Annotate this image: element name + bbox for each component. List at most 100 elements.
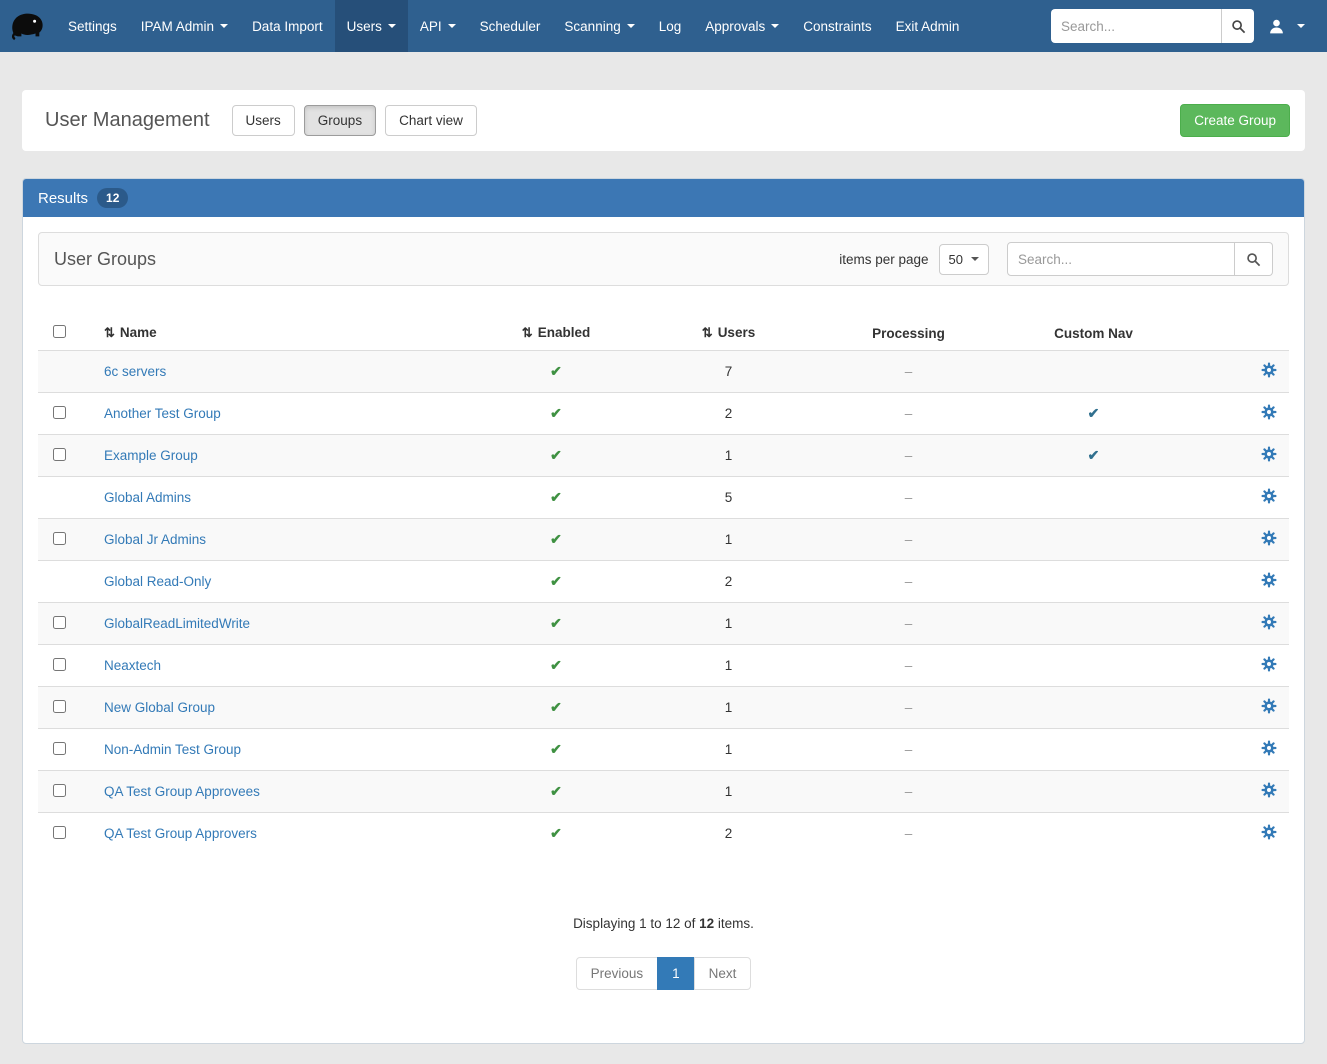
group-name-link[interactable]: Non-Admin Test Group	[104, 742, 241, 757]
row-checkbox[interactable]	[53, 742, 66, 755]
table-search-input[interactable]	[1007, 242, 1235, 276]
mammoth-logo-icon	[7, 10, 49, 42]
users-count: 1	[641, 687, 816, 729]
group-name-link[interactable]: QA Test Group Approvers	[104, 826, 257, 841]
gear-icon[interactable]	[1261, 614, 1277, 633]
pagination-next[interactable]: Next	[694, 957, 752, 990]
row-checkbox[interactable]	[53, 700, 66, 713]
tab-chart-view[interactable]: Chart view	[385, 105, 477, 136]
nav-item-scanning[interactable]: Scanning	[552, 0, 646, 52]
nav-item-settings[interactable]: Settings	[56, 0, 129, 52]
pagination-previous[interactable]: Previous	[576, 957, 659, 990]
sort-icon: ⇅	[702, 325, 713, 340]
gear-icon[interactable]	[1261, 362, 1277, 381]
select-all-checkbox[interactable]	[53, 325, 66, 338]
nav-item-data-import[interactable]: Data Import	[240, 0, 335, 52]
nav-item-label: Constraints	[803, 19, 871, 34]
nav-item-users[interactable]: Users	[335, 0, 408, 52]
gear-icon[interactable]	[1261, 782, 1277, 801]
table-row: Global Jr Admins ✔ 1 –	[38, 519, 1289, 561]
row-checkbox[interactable]	[53, 616, 66, 629]
navbar-search-input[interactable]	[1051, 9, 1221, 43]
column-header-enabled[interactable]: ⇅Enabled	[471, 316, 641, 351]
group-name-link[interactable]: New Global Group	[104, 700, 215, 715]
table-search-button[interactable]	[1235, 242, 1273, 276]
row-checkbox[interactable]	[53, 658, 66, 671]
navbar-right	[1051, 9, 1305, 43]
main-content: User Management UsersGroupsChart view Cr…	[22, 90, 1305, 1044]
table-row: Global Admins ✔ 5 –	[38, 477, 1289, 519]
navbar-search-button[interactable]	[1221, 9, 1254, 43]
nav-item-label: Exit Admin	[896, 19, 960, 34]
caret-down-icon	[388, 24, 396, 28]
enabled-check-icon: ✔	[550, 363, 562, 379]
user-icon	[1268, 18, 1285, 35]
enabled-check-icon: ✔	[550, 489, 562, 505]
gear-icon[interactable]	[1261, 446, 1277, 465]
group-name-link[interactable]: 6c servers	[104, 364, 166, 379]
nav-item-label: API	[420, 19, 442, 34]
custom-nav-check-icon: ✔	[1088, 405, 1100, 421]
column-header-name[interactable]: ⇅Name	[96, 316, 471, 351]
tab-users[interactable]: Users	[232, 105, 295, 136]
group-name-link[interactable]: Neaxtech	[104, 658, 161, 673]
column-header-actions	[1186, 316, 1289, 351]
enabled-check-icon: ✔	[550, 741, 562, 757]
results-summary: Displaying 1 to 12 of 12 items.	[38, 916, 1289, 931]
create-group-button[interactable]: Create Group	[1180, 104, 1290, 137]
items-per-page-select[interactable]: 50	[939, 244, 989, 275]
table-row: Non-Admin Test Group ✔ 1 –	[38, 729, 1289, 771]
nav-item-label: Approvals	[705, 19, 765, 34]
gear-icon[interactable]	[1261, 656, 1277, 675]
enabled-check-icon: ✔	[550, 699, 562, 715]
user-groups-table: ⇅Name ⇅Enabled ⇅Users Processing Custom	[38, 316, 1289, 854]
nav-item-constraints[interactable]: Constraints	[791, 0, 883, 52]
caret-down-icon	[971, 257, 979, 261]
gear-icon[interactable]	[1261, 824, 1277, 843]
gear-icon[interactable]	[1261, 404, 1277, 423]
row-checkbox[interactable]	[53, 784, 66, 797]
gear-icon[interactable]	[1261, 530, 1277, 549]
column-header-processing: Processing	[816, 316, 1001, 351]
gear-icon[interactable]	[1261, 572, 1277, 591]
pagination-page-1[interactable]: 1	[657, 957, 695, 990]
gear-icon[interactable]	[1261, 488, 1277, 507]
column-header-users[interactable]: ⇅Users	[641, 316, 816, 351]
nav-item-label: Log	[659, 19, 682, 34]
caret-down-icon	[448, 24, 456, 28]
row-checkbox[interactable]	[53, 826, 66, 839]
nav-item-exit-admin[interactable]: Exit Admin	[884, 0, 972, 52]
app-logo[interactable]	[0, 0, 56, 52]
nav-item-scheduler[interactable]: Scheduler	[468, 0, 553, 52]
user-menu[interactable]	[1268, 18, 1305, 35]
nav-item-ipam-admin[interactable]: IPAM Admin	[129, 0, 240, 52]
column-header-custom-nav: Custom Nav	[1001, 316, 1186, 351]
users-count: 2	[641, 813, 816, 855]
row-checkbox[interactable]	[53, 406, 66, 419]
tab-groups[interactable]: Groups	[304, 105, 376, 136]
group-name-link[interactable]: GlobalReadLimitedWrite	[104, 616, 250, 631]
gear-icon[interactable]	[1261, 740, 1277, 759]
enabled-check-icon: ✔	[550, 573, 562, 589]
gear-icon[interactable]	[1261, 698, 1277, 717]
caret-down-icon	[771, 24, 779, 28]
table-row: 6c servers ✔ 7 –	[38, 351, 1289, 393]
row-checkbox[interactable]	[53, 448, 66, 461]
group-name-link[interactable]: Example Group	[104, 448, 198, 463]
group-name-link[interactable]: Global Read-Only	[104, 574, 211, 589]
group-name-link[interactable]: Global Jr Admins	[104, 532, 206, 547]
group-name-link[interactable]: Another Test Group	[104, 406, 221, 421]
processing-dash-icon: –	[816, 477, 1001, 519]
group-name-link[interactable]: Global Admins	[104, 490, 191, 505]
nav-item-approvals[interactable]: Approvals	[693, 0, 791, 52]
row-checkbox[interactable]	[53, 532, 66, 545]
top-navbar: Settings IPAM Admin Data Import Users AP…	[0, 0, 1327, 52]
sort-icon: ⇅	[104, 325, 115, 340]
processing-dash-icon: –	[816, 519, 1001, 561]
custom-nav-check-icon: ✔	[1088, 447, 1100, 463]
nav-item-api[interactable]: API	[408, 0, 468, 52]
nav-item-label: Users	[347, 19, 382, 34]
group-name-link[interactable]: QA Test Group Approvees	[104, 784, 260, 799]
nav-item-log[interactable]: Log	[647, 0, 694, 52]
enabled-check-icon: ✔	[550, 615, 562, 631]
